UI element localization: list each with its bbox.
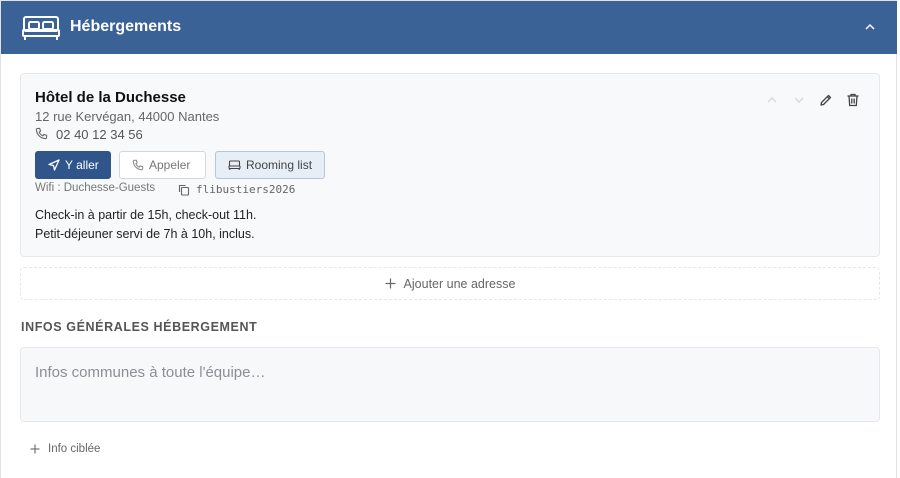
plus-icon (30, 444, 40, 454)
general-info-heading: INFOS GÉNÉRALES HÉBERGEMENT (21, 320, 258, 334)
bed-icon (22, 16, 60, 40)
move-up-icon[interactable] (765, 93, 779, 107)
move-down-icon[interactable] (792, 93, 806, 107)
add-address-button[interactable]: Ajouter une adresse (20, 267, 880, 300)
plus-icon (385, 278, 396, 289)
add-targeted-info-button[interactable]: Info ciblée (30, 443, 100, 455)
hotel-note: Petit-déjeuner servi de 7h à 10h, inclus… (35, 227, 255, 241)
trash-icon[interactable] (846, 93, 860, 107)
copy-icon[interactable] (178, 184, 190, 196)
rooming-list-button[interactable]: Rooming list (215, 151, 325, 179)
hotel-address: 12 rue Kervégan, 44000 Nantes (35, 109, 220, 124)
general-info-input[interactable] (35, 364, 865, 405)
hotel-phone[interactable]: 02 40 12 34 56 (56, 127, 143, 142)
targeted-info-label: Info ciblée (48, 443, 101, 455)
navigate-button-label: Y aller (65, 158, 99, 172)
call-button-label: Appeler (149, 158, 191, 172)
wifi-network: Wifi : Duchesse-Guests (35, 182, 156, 194)
navigation-icon (48, 159, 60, 171)
bed-icon (228, 159, 241, 170)
accommodations-header[interactable]: Hébergements (1, 1, 897, 54)
call-button[interactable]: Appeler (119, 151, 206, 179)
phone-icon (132, 159, 144, 171)
hotel-name: Hôtel de la Duchesse (35, 89, 186, 106)
rooming-list-label: Rooming list (246, 158, 313, 172)
hotel-note: Check-in à partir de 15h, check-out 11h. (35, 208, 257, 222)
accommodations-panel: Hébergements Hôtel de la Duchesse 12 rue… (0, 0, 897, 478)
hotel-card: Hôtel de la Duchesse 12 rue Kervégan, 44… (20, 73, 880, 257)
navigate-button[interactable]: Y aller (35, 151, 111, 179)
chevron-up-icon[interactable] (863, 20, 877, 34)
add-address-label: Ajouter une adresse (403, 276, 516, 291)
general-info-box (20, 347, 880, 422)
edit-icon[interactable] (819, 93, 833, 107)
phone-icon (35, 127, 48, 140)
wifi-password[interactable]: flibustiers2026 (196, 183, 295, 196)
page-title: Hébergements (70, 18, 182, 35)
